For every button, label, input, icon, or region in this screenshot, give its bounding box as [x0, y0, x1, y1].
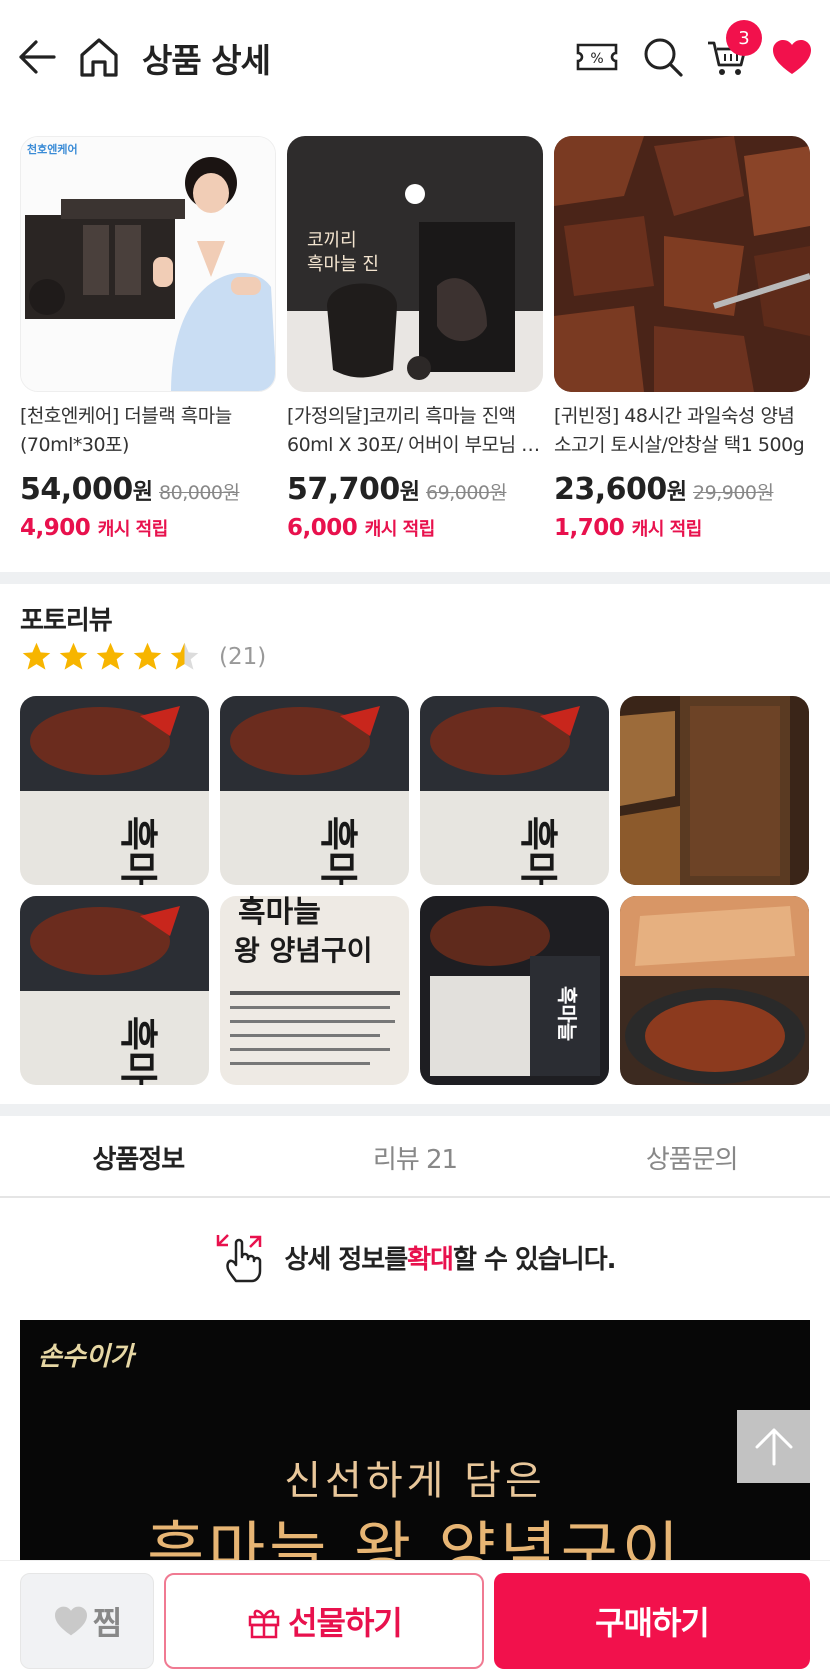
- cash-label: 캐시 적립: [364, 519, 436, 540]
- price-row: 57,700 원 69,000원: [287, 472, 543, 507]
- gift-label: 선물하기: [288, 1604, 403, 1642]
- original-price: 29,900원: [693, 482, 774, 504]
- detail-tabs: 상품정보 리뷰 21 상품문의: [0, 1118, 830, 1198]
- sale-price: 57,700: [287, 472, 400, 507]
- package-text: 흑마늘: [516, 816, 560, 885]
- product-detail-screen: 상품 상세 % 3 천호엔케어 [천호엔케어] 더블랙 흑마늘 (70ml*30…: [0, 0, 830, 1678]
- product-card[interactable]: [귀빈정] 48시간 과일숙성 양념 소고기 토시살/안창살 택1 500g 2…: [554, 136, 810, 541]
- svg-text:%: %: [590, 51, 603, 67]
- related-products: 천호엔케어 [천호엔케어] 더블랙 흑마늘 (70ml*30포) 54,000 …: [20, 136, 810, 556]
- buy-button[interactable]: 구매하기: [494, 1573, 810, 1669]
- top-header: 상품 상세 % 3: [0, 0, 830, 116]
- bottom-action-bar: 찜 선물하기 구매하기: [0, 1560, 830, 1678]
- banner-subtitle: 신선하게 담은: [284, 1458, 546, 1504]
- sale-price: 54,000: [20, 472, 133, 507]
- zoom-notice: 상세 정보를 확대 할 수 있습니다.: [0, 1222, 830, 1292]
- package-text: 왕 양념구이: [234, 934, 373, 967]
- original-price: 80,000원: [159, 482, 240, 504]
- review-photo[interactable]: 흑마늘: [220, 696, 409, 885]
- review-photo[interactable]: 흑마늘: [420, 896, 609, 1085]
- cash-label: 캐시 적립: [631, 519, 703, 540]
- wish-button[interactable]: 찜: [20, 1573, 154, 1669]
- star-icon: [133, 642, 162, 670]
- currency-label: 원: [666, 480, 688, 505]
- package-text: 흑마늘: [316, 816, 360, 885]
- original-price: 69,000원: [426, 482, 507, 504]
- tab-product-info[interactable]: 상품정보: [0, 1118, 277, 1196]
- review-photo[interactable]: 흑마늘: [420, 696, 609, 885]
- product-thumbnail: 천호엔케어: [20, 136, 276, 392]
- gift-icon: [248, 1609, 280, 1639]
- review-photo[interactable]: 흑마늘: [20, 896, 209, 1085]
- review-photo[interactable]: 흑마늘: [20, 696, 209, 885]
- home-icon[interactable]: [72, 30, 126, 84]
- search-icon[interactable]: [636, 30, 690, 84]
- product-card[interactable]: 코끼리 흑마늘 진 [가정의달]코끼리 흑마늘 진액 60ml X 30포/ 어…: [287, 136, 543, 541]
- heart-outline-icon: [54, 1606, 87, 1636]
- cash-reward: 1,700 캐시 적립: [554, 515, 810, 541]
- review-count: (21): [219, 643, 267, 670]
- cart-count-badge: 3: [726, 20, 762, 56]
- brand-label: 천호엔케어: [27, 143, 78, 156]
- back-arrow-icon[interactable]: [10, 30, 64, 84]
- section-divider: [0, 572, 830, 584]
- product-name: [가정의달]코끼리 흑마늘 진액 60ml X 30포/ 어버이 부모님 선물: [287, 405, 539, 456]
- review-photo-grid: 흑마늘 흑마늘 흑마늘 흑마늘 흑마늘 왕 양념구이 흑마늘: [20, 696, 810, 1086]
- tab-reviews[interactable]: 리뷰 21: [277, 1118, 554, 1196]
- cash-amount: 4,900: [20, 515, 91, 541]
- product-thumbnail: [554, 136, 810, 392]
- star-icon: [59, 642, 88, 670]
- product-name: [귀빈정] 48시간 과일숙성 양념 소고기 토시살/안창살 택1 500g: [554, 405, 805, 456]
- pinch-zoom-icon: [217, 1234, 262, 1283]
- heart-icon[interactable]: [765, 30, 819, 84]
- zoom-text-before: 상세 정보를: [284, 1244, 408, 1275]
- brand-logo: 손수이가: [38, 1342, 134, 1372]
- review-photo[interactable]: 흑마늘왕 양념구이: [220, 896, 409, 1085]
- photo-review-title: 포토리뷰: [20, 606, 113, 636]
- package-text: 흑마늘: [116, 1016, 160, 1085]
- package-text: 흑마늘: [238, 896, 321, 930]
- tab-inquiry[interactable]: 상품문의: [553, 1118, 830, 1196]
- scroll-top-button[interactable]: [737, 1410, 810, 1483]
- wish-label: 찜: [92, 1604, 122, 1642]
- cash-reward: 4,900 캐시 적립: [20, 515, 276, 541]
- svg-text:코끼리: 코끼리: [307, 230, 357, 251]
- arrow-up-icon: [755, 1428, 792, 1465]
- star-icon: [96, 642, 125, 670]
- sale-price: 23,600: [554, 472, 667, 507]
- half-star-icon: [170, 642, 199, 670]
- price-row: 23,600 원 29,900원: [554, 472, 810, 507]
- product-card[interactable]: 천호엔케어 [천호엔케어] 더블랙 흑마늘 (70ml*30포) 54,000 …: [20, 136, 276, 541]
- svg-text:흑마늘 진: 흑마늘 진: [307, 254, 379, 275]
- page-title: 상품 상세: [142, 41, 271, 80]
- cash-amount: 1,700: [554, 515, 625, 541]
- product-thumbnail: 코끼리 흑마늘 진: [287, 136, 543, 392]
- section-divider: [0, 1104, 830, 1116]
- gift-button[interactable]: 선물하기: [164, 1573, 484, 1669]
- coupon-icon[interactable]: %: [570, 30, 624, 84]
- star-icon: [22, 642, 51, 670]
- review-photo[interactable]: [620, 896, 809, 1085]
- zoom-text-after: 할 수 있습니다.: [452, 1244, 617, 1275]
- product-name: [천호엔케어] 더블랙 흑마늘 (70ml*30포): [20, 405, 232, 456]
- price-row: 54,000 원 80,000원: [20, 472, 276, 507]
- cash-amount: 6,000: [287, 515, 358, 541]
- package-text: 흑마늘: [116, 816, 160, 885]
- review-photo[interactable]: [620, 696, 809, 885]
- currency-label: 원: [399, 480, 421, 505]
- rating-stars: (21): [20, 640, 266, 673]
- cash-reward: 6,000 캐시 적립: [287, 515, 543, 541]
- cash-label: 캐시 적립: [97, 519, 169, 540]
- zoom-text-highlight: 확대: [407, 1244, 454, 1275]
- currency-label: 원: [132, 480, 154, 505]
- package-text: 흑마늘: [555, 986, 579, 1041]
